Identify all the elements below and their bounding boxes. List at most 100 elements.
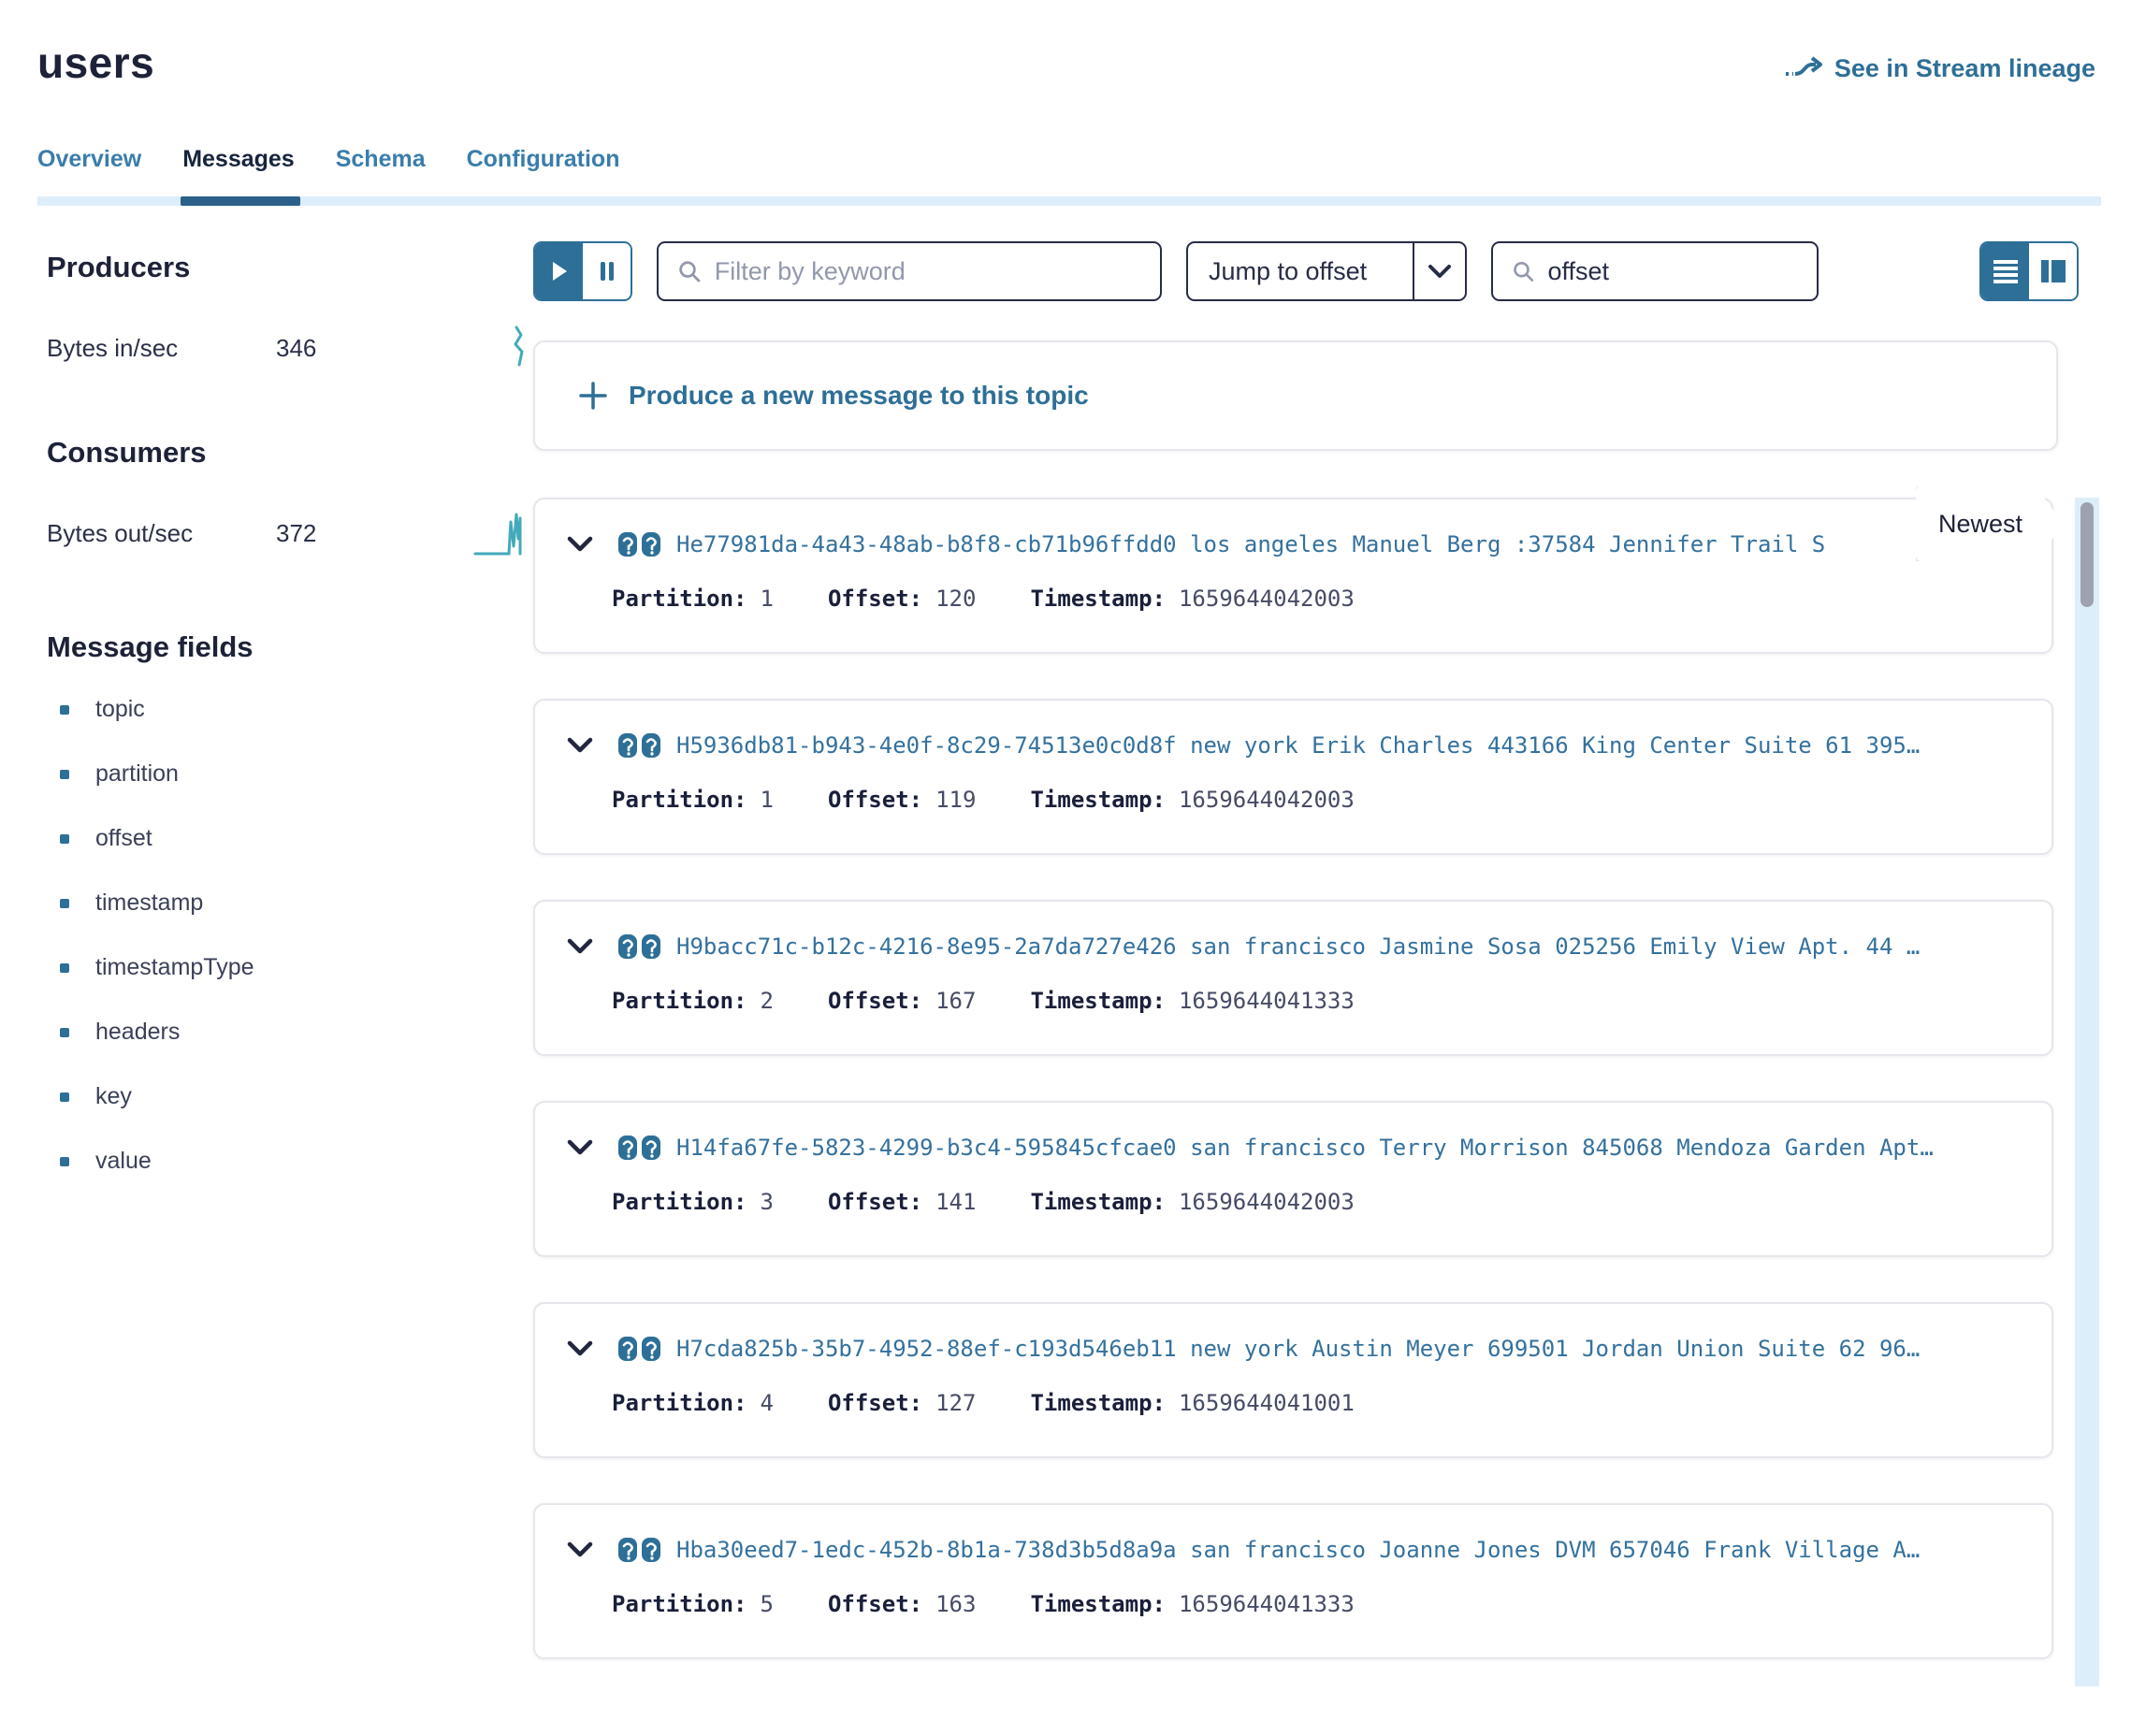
message-fields-heading: Message fields [47, 630, 524, 664]
bytes-out-sparkline [473, 509, 528, 557]
plus-icon [578, 381, 608, 411]
serde-unknown-icons [617, 732, 661, 759]
tab-underline-track [37, 196, 2101, 206]
filter-input-box [657, 241, 1162, 301]
jump-to-select[interactable]: Jump to offset [1186, 241, 1467, 301]
expand-chevron-icon[interactable] [567, 1139, 593, 1156]
consumers-heading: Consumers [47, 436, 524, 470]
play-pause-toggle [533, 241, 632, 301]
play-button[interactable] [535, 243, 583, 299]
offset-input[interactable] [1547, 257, 1798, 286]
offset-label: Offset: [828, 787, 922, 813]
offset-value: 127 [935, 1390, 976, 1416]
serde-unknown-icon [641, 1135, 661, 1161]
bytes-in-sparkline [511, 324, 528, 372]
serde-unknown-icon [617, 732, 638, 759]
search-icon [677, 258, 702, 284]
message-row[interactable]: H7cda825b-35b7-4952-88ef-c193d546eb11 ne… [533, 1302, 2053, 1458]
field-bullet-icon [60, 1157, 69, 1166]
filter-input[interactable] [715, 257, 1141, 286]
partition-value: 1 [761, 586, 774, 612]
timestamp-value: 1659644042003 [1179, 586, 1355, 612]
timestamp-label: Timestamp: [1030, 1189, 1166, 1215]
expand-chevron-icon[interactable] [567, 737, 593, 754]
message-row[interactable]: H14fa67fe-5823-4299-b3c4-595845cfcae0 sa… [533, 1101, 2053, 1257]
offset-label: Offset: [828, 586, 922, 612]
serde-unknown-icon [641, 1336, 661, 1362]
timestamp-label: Timestamp: [1030, 586, 1166, 612]
produce-message-button[interactable]: Produce a new message to this topic [533, 340, 2058, 451]
field-bullet-icon [60, 705, 69, 715]
scrollbar-thumb[interactable] [2080, 502, 2094, 607]
messages-toolbar: Jump to offset [533, 241, 2131, 301]
page-title: users [37, 37, 154, 88]
message-key-value: H5936db81-b943-4e0f-8c29-74513e0c0d8f ne… [676, 732, 1920, 759]
message-key-value: Hba30eed7-1edc-452b-8b1a-738d3b5d8a9a sa… [676, 1537, 1920, 1563]
jump-to-label: Jump to offset [1188, 243, 1413, 299]
list-view-icon [1992, 258, 2020, 284]
list-view-button[interactable] [1981, 243, 2029, 299]
bytes-out-label: Bytes out/sec [47, 519, 276, 548]
message-fields-list: topic partition offset timestamp timesta… [47, 677, 524, 1194]
partition-label: Partition: [612, 1591, 747, 1617]
message-row[interactable]: He77981da-4a43-48ab-b8f8-cb71b96ffdd0 lo… [533, 498, 2053, 654]
serde-unknown-icon [617, 1537, 638, 1563]
bytes-in-value: 346 [276, 334, 316, 363]
lineage-arrow-icon [1784, 55, 1823, 83]
bytes-in-metric: Bytes in/sec 346 [47, 324, 524, 372]
bytes-in-label: Bytes in/sec [47, 334, 276, 363]
serde-unknown-icon [641, 732, 661, 759]
offset-label: Offset: [828, 1390, 922, 1416]
offset-label: Offset: [828, 1189, 922, 1215]
topic-page: users See in Stream lineage Overview Mes… [0, 0, 2131, 1736]
field-bullet-icon [60, 899, 69, 908]
serde-unknown-icon [617, 1336, 638, 1362]
partition-value: 5 [761, 1591, 774, 1617]
partition-label: Partition: [612, 787, 747, 813]
message-key-value: He77981da-4a43-48ab-b8f8-cb71b96ffdd0 lo… [676, 531, 1825, 557]
message-key-value: H7cda825b-35b7-4952-88ef-c193d546eb11 ne… [676, 1336, 1920, 1362]
produce-button-label: Produce a new message to this topic [629, 381, 1089, 411]
timestamp-value: 1659644042003 [1179, 787, 1355, 813]
newest-tooltip-label: Newest [1938, 510, 2022, 539]
tab-messages[interactable]: Messages [182, 146, 295, 206]
serde-unknown-icon [617, 531, 638, 557]
timestamp-value: 1659644041333 [1179, 988, 1355, 1014]
column-view-button[interactable] [2029, 243, 2077, 299]
search-icon [1512, 258, 1534, 284]
serde-unknown-icons [617, 933, 661, 960]
serde-unknown-icons [617, 1537, 661, 1563]
expand-chevron-icon[interactable] [567, 1541, 593, 1558]
offset-value: 141 [935, 1189, 976, 1215]
field-item-topic[interactable]: topic [47, 677, 524, 742]
timestamp-value: 1659644041333 [1179, 1591, 1355, 1617]
serde-unknown-icon [617, 933, 638, 960]
field-item-key[interactable]: key [47, 1064, 524, 1129]
serde-unknown-icons [617, 1336, 661, 1362]
serde-unknown-icon [617, 1135, 638, 1161]
field-item-value[interactable]: value [47, 1129, 524, 1194]
sidebar: Producers Bytes in/sec 346 Consumers Byt… [37, 206, 533, 1736]
partition-value: 4 [761, 1390, 774, 1416]
topic-tabs: Overview Messages Schema Configuration [37, 146, 2131, 206]
stream-lineage-link[interactable]: See in Stream lineage [1784, 54, 2095, 83]
field-item-timestampType[interactable]: timestampType [47, 935, 524, 1000]
field-item-partition[interactable]: partition [47, 742, 524, 806]
message-row[interactable]: H5936db81-b943-4e0f-8c29-74513e0c0d8f ne… [533, 699, 2053, 855]
lineage-link-label: See in Stream lineage [1834, 54, 2095, 83]
message-list: Newest He77981da-4a43-48ab-b8f8-cb71b96f… [533, 498, 2131, 1659]
expand-chevron-icon[interactable] [567, 1340, 593, 1357]
field-item-offset[interactable]: offset [47, 806, 524, 871]
play-icon [550, 260, 569, 282]
message-row[interactable]: Hba30eed7-1edc-452b-8b1a-738d3b5d8a9a sa… [533, 1503, 2053, 1659]
field-bullet-icon [60, 963, 69, 973]
expand-chevron-icon[interactable] [567, 536, 593, 553]
offset-value: 167 [935, 988, 976, 1014]
message-row[interactable]: H9bacc71c-b12c-4216-8e95-2a7da727e426 sa… [533, 900, 2053, 1056]
scrollbar-track[interactable] [2075, 498, 2099, 1686]
pause-icon [599, 260, 616, 282]
pause-button[interactable] [583, 243, 631, 299]
field-item-timestamp[interactable]: timestamp [47, 871, 524, 935]
expand-chevron-icon[interactable] [567, 938, 593, 955]
field-item-headers[interactable]: headers [47, 1000, 524, 1064]
